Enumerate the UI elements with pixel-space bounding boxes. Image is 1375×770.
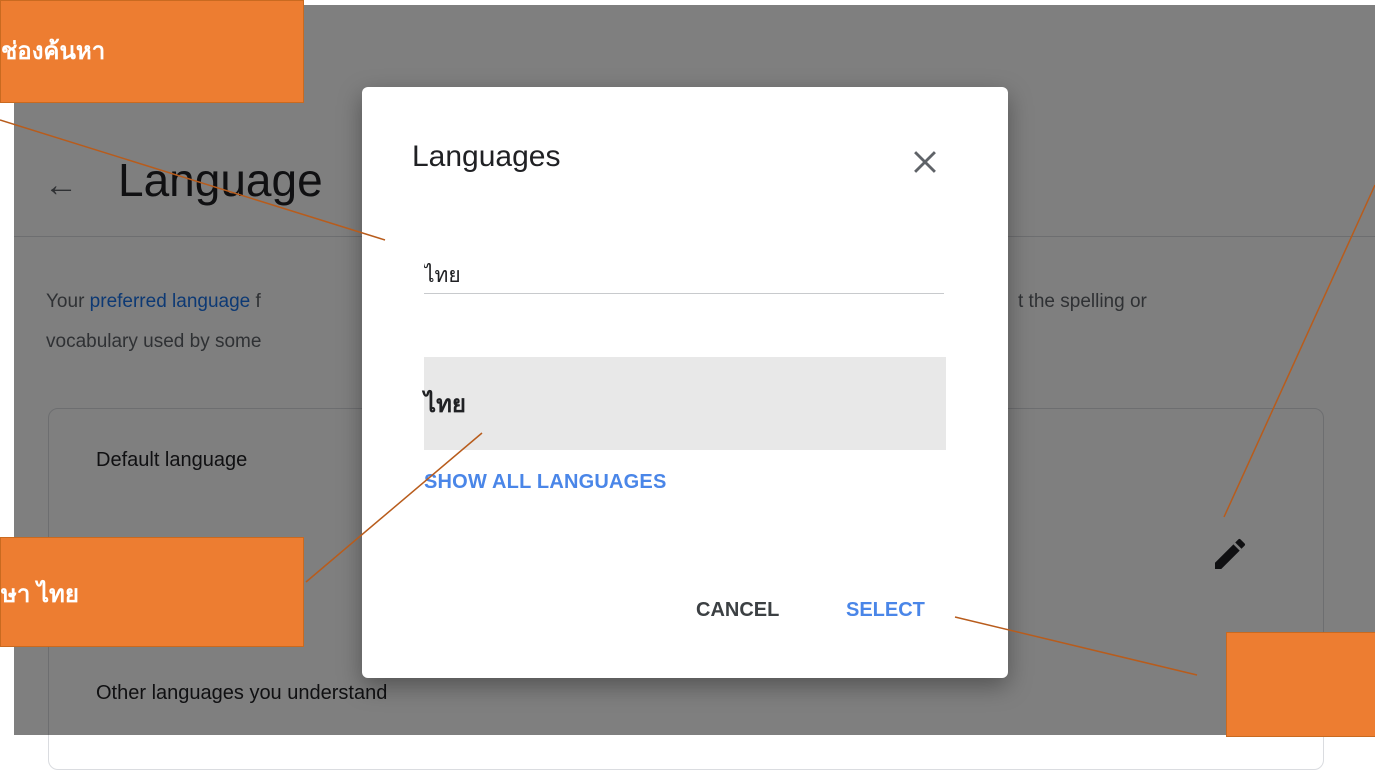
- language-search-input[interactable]: [424, 257, 944, 294]
- callout-thai-label: ษา ไทย: [1, 581, 79, 608]
- cancel-button[interactable]: CANCEL: [696, 599, 779, 622]
- callout-search-box: ช่องค้นหา: [0, 0, 304, 103]
- language-result-label: ไทย: [424, 391, 466, 418]
- select-button[interactable]: SELECT: [846, 599, 925, 622]
- callout-select-button: [1226, 632, 1375, 737]
- callout-search-label: ช่องค้นหา: [1, 38, 106, 65]
- languages-dialog: Languages ไทย SHOW ALL LANGUAGES CANCEL …: [362, 87, 1008, 678]
- dialog-title: Languages: [412, 140, 561, 173]
- show-all-languages-link[interactable]: SHOW ALL LANGUAGES: [424, 471, 667, 494]
- close-icon[interactable]: [908, 145, 942, 179]
- callout-thai-language: ษา ไทย: [0, 537, 304, 647]
- language-result-thai[interactable]: ไทย: [424, 357, 946, 450]
